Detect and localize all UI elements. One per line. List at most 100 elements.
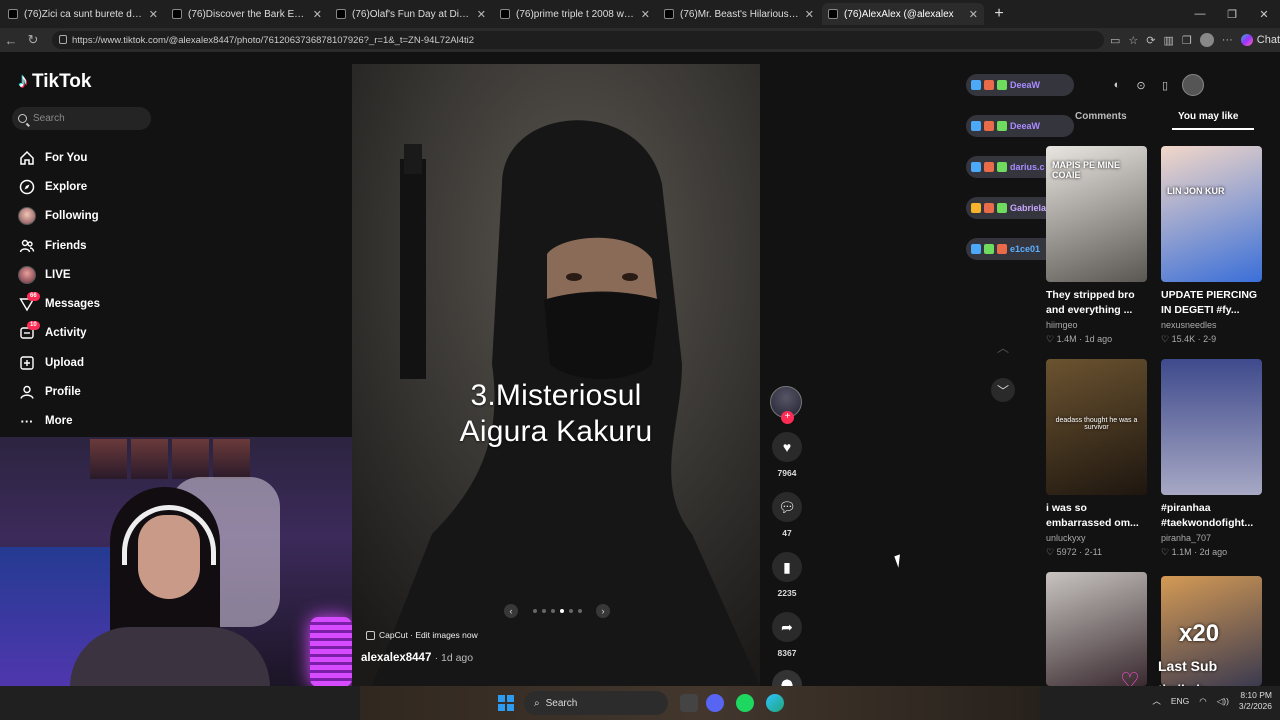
action-bar: + ♥ 7964 💬︎ 47 ▮ 2235 ➦ 8367 bbox=[768, 386, 806, 700]
restore-icon[interactable]: ❐ bbox=[1216, 0, 1248, 28]
sidebar-item-friends[interactable]: Friends bbox=[17, 231, 337, 260]
share-icon[interactable]: ➦ bbox=[772, 612, 802, 642]
like-action[interactable]: ♥ 7964 bbox=[768, 432, 806, 478]
close-tab-icon[interactable]: ✕ bbox=[641, 8, 650, 21]
sidebar-item-upload[interactable]: Upload bbox=[17, 348, 337, 377]
url-text: https://www.tiktok.com/@alexalex8447/pho… bbox=[72, 34, 475, 46]
new-tab-button[interactable]: + bbox=[988, 3, 1010, 25]
scroll-down-icon[interactable]: ﹀ bbox=[991, 378, 1015, 402]
comment-action[interactable]: 💬︎ 47 bbox=[768, 492, 806, 538]
sidebar-item-messages[interactable]: 66 Messages bbox=[17, 289, 337, 318]
system-tray: ︿ ENG ◠ ◁)) 8:10 PM 3/2/2026 bbox=[1152, 690, 1272, 712]
recommended-card[interactable]: MAPIS PE MINE COAIE They stripped bro an… bbox=[1046, 146, 1147, 345]
wifi-icon[interactable]: ◠ bbox=[1199, 696, 1206, 707]
language-indicator[interactable]: ENG bbox=[1171, 696, 1189, 706]
card-user: unluckyxy bbox=[1046, 533, 1086, 543]
menu-dots-icon[interactable]: ··· bbox=[1222, 34, 1233, 46]
tray-expand-icon[interactable]: ︿ bbox=[1152, 695, 1161, 707]
tiktok-logo[interactable]: ♪ TikTok bbox=[18, 70, 91, 93]
tab-title: (76)prime triple t 2008 was unstop bbox=[516, 8, 637, 20]
close-tab-icon[interactable]: ✕ bbox=[149, 8, 158, 21]
comment-icon[interactable]: 💬︎ bbox=[772, 492, 802, 522]
post-viewer[interactable]: 3.Misteriosul Aigura Kakuru ‹ › CapCut ·… bbox=[352, 64, 760, 686]
scroll-up-icon[interactable]: ︿ bbox=[991, 335, 1015, 359]
windows-start-icon[interactable] bbox=[498, 695, 514, 711]
capcut-icon bbox=[366, 630, 375, 640]
capcut-label: CapCut · Edit images now bbox=[379, 630, 478, 640]
close-tab-icon[interactable]: ✕ bbox=[313, 8, 322, 21]
sidebar-item-for-you[interactable]: For You bbox=[17, 143, 337, 172]
close-window-icon[interactable]: ✕ bbox=[1248, 0, 1280, 28]
phone-icon[interactable]: ▯ bbox=[1158, 78, 1172, 92]
card-meta: ♡ 1.4M · 1d ago bbox=[1046, 334, 1113, 344]
recommended-card[interactable]: #piranhaa #taekwondofight... piranha_707… bbox=[1161, 359, 1262, 558]
sidebar-item-profile[interactable]: Profile bbox=[17, 377, 337, 406]
badge-icon bbox=[971, 244, 981, 254]
tab-comments[interactable]: Comments bbox=[1075, 111, 1127, 122]
chat-username: DeeaW bbox=[1010, 80, 1041, 90]
edge-icon[interactable] bbox=[766, 694, 784, 712]
sidebar-item-activity[interactable]: 10 Activity bbox=[17, 319, 337, 348]
copilot-chat-button[interactable]: Chat bbox=[1240, 34, 1280, 46]
favorite-star-icon[interactable]: ☆ bbox=[1128, 34, 1138, 47]
sidebar-item-live[interactable]: LIVE bbox=[17, 260, 337, 289]
minimize-icon[interactable]: — bbox=[1184, 0, 1216, 28]
card-title: #piranhaa #taekwondofight... bbox=[1161, 502, 1254, 529]
discord-icon[interactable] bbox=[706, 694, 724, 712]
browser-tab[interactable]: (76)Mr. Beast's Hilarious Rizz Danc ✕ bbox=[658, 3, 820, 25]
file-explorer-icon[interactable] bbox=[680, 694, 698, 712]
reader-icon[interactable]: ▭ bbox=[1110, 34, 1120, 47]
gift-icon[interactable]: ◐ bbox=[1110, 78, 1124, 92]
sidebar-item-following[interactable]: Following bbox=[17, 202, 337, 231]
post-author[interactable]: alexalex8447 · 1d ago bbox=[361, 652, 473, 664]
prev-image-icon[interactable]: ‹ bbox=[504, 604, 518, 618]
badge-icon bbox=[997, 121, 1007, 131]
user-avatar[interactable] bbox=[1182, 74, 1204, 96]
extensions-icon[interactable]: ⟳ bbox=[1146, 34, 1155, 47]
save-action[interactable]: ▮ 2235 bbox=[768, 552, 806, 598]
close-tab-icon[interactable]: ✕ bbox=[805, 8, 814, 21]
collections-icon[interactable]: ❐ bbox=[1182, 34, 1192, 47]
spotify-icon[interactable] bbox=[736, 694, 754, 712]
profile-avatar[interactable] bbox=[1199, 33, 1214, 47]
browser-tab[interactable]: (76)prime triple t 2008 was unstop ✕ bbox=[494, 3, 656, 25]
tab-you-may-like[interactable]: You may like bbox=[1178, 111, 1238, 122]
card-likes: 15.4K bbox=[1171, 334, 1196, 344]
thumb-text: LIN JON KUR bbox=[1167, 186, 1225, 196]
chat-username: darius.c bbox=[1010, 162, 1045, 172]
back-icon[interactable]: ← bbox=[0, 33, 22, 48]
badge-icon bbox=[971, 162, 981, 172]
follow-plus-icon[interactable]: + bbox=[781, 411, 794, 424]
url-field[interactable]: https://www.tiktok.com/@alexalex8447/pho… bbox=[52, 31, 1104, 49]
close-tab-icon[interactable]: ✕ bbox=[477, 8, 486, 21]
heart-icon[interactable]: ♥ bbox=[772, 432, 802, 462]
search-input[interactable]: Search bbox=[12, 107, 151, 130]
next-image-icon[interactable]: › bbox=[596, 604, 610, 618]
coins-icon[interactable]: ⊙ bbox=[1134, 78, 1148, 92]
creator-avatar[interactable]: + bbox=[770, 386, 802, 424]
share-action[interactable]: ➦ 8367 bbox=[768, 612, 806, 658]
taskbar-search[interactable]: ⌕ Search bbox=[524, 691, 668, 715]
more-icon: ··· bbox=[20, 413, 34, 429]
clock-date: 3/2/2026 bbox=[1238, 701, 1272, 711]
sidebar-item-explore[interactable]: Explore bbox=[17, 172, 337, 201]
tiktok-favicon-icon bbox=[172, 9, 182, 19]
split-icon[interactable]: ▥ bbox=[1164, 34, 1174, 47]
card-user: hiimgeo bbox=[1046, 320, 1078, 330]
close-tab-icon[interactable]: ✕ bbox=[969, 8, 978, 21]
refresh-icon[interactable]: ↻ bbox=[22, 32, 44, 48]
bookmark-icon[interactable]: ▮ bbox=[772, 552, 802, 582]
browser-tab-active[interactable]: (76)AlexAlex (@alexalex ✕ bbox=[822, 3, 984, 25]
browser-tab[interactable]: (76)Discover the Bark Europa: A Jo ✕ bbox=[166, 3, 328, 25]
browser-tab[interactable]: (76)Olaf's Fun Day at Disneyland | ✕ bbox=[330, 3, 492, 25]
sidebar-item-more[interactable]: ··· More bbox=[17, 407, 337, 436]
card-meta: ♡ 1.1M · 2d ago bbox=[1161, 547, 1228, 557]
volume-icon[interactable]: ◁)) bbox=[1217, 696, 1229, 707]
browser-tab[interactable]: (76)Zici ca sunt burete de vase ?#... ✕ bbox=[2, 3, 164, 25]
live-avatar bbox=[17, 265, 37, 285]
recommended-card[interactable]: LIN JON KUR UPDATE PIERCING IN DEGETI #f… bbox=[1161, 146, 1262, 345]
capcut-link[interactable]: CapCut · Edit images now bbox=[366, 630, 478, 640]
recommended-card[interactable]: deadass thought he was a survivor i was … bbox=[1046, 359, 1147, 558]
clock[interactable]: 8:10 PM 3/2/2026 bbox=[1239, 690, 1272, 712]
badge-icon bbox=[984, 121, 994, 131]
